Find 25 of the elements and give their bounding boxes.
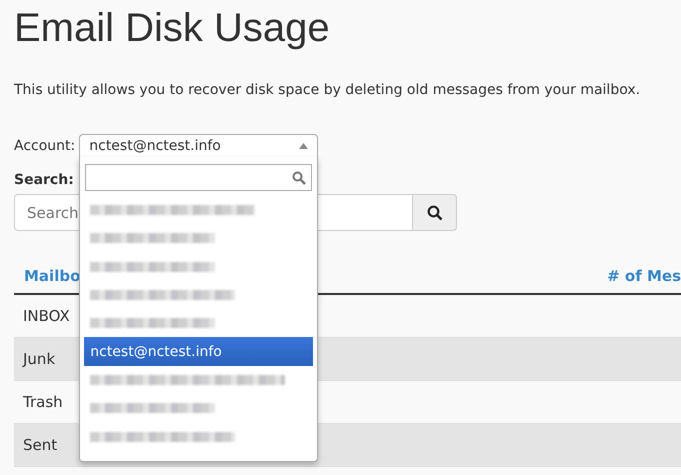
- blurred-option[interactable]: [90, 403, 216, 414]
- mailbox-cell: Junk: [23, 350, 56, 368]
- account-label: Account:: [14, 138, 76, 154]
- blurred-option[interactable]: [90, 374, 286, 385]
- mailbox-cell: INBOX: [23, 307, 70, 325]
- account-select[interactable]: nctest@nctest.info: [79, 134, 318, 158]
- search-icon: [426, 204, 442, 220]
- blurred-option[interactable]: [90, 432, 236, 442]
- dropdown-search-field[interactable]: [85, 164, 312, 191]
- description: This utility allows you to recover disk space by deleting old messages from your mailbox.: [14, 81, 640, 100]
- search-button[interactable]: [413, 194, 457, 231]
- blurred-option[interactable]: [90, 318, 216, 328]
- blurred-option[interactable]: [90, 262, 216, 272]
- mailbox-cell: Trash: [23, 393, 63, 411]
- caret-icon: [299, 143, 308, 149]
- blurred-option[interactable]: [90, 233, 216, 244]
- search-icon: [292, 170, 306, 184]
- column-header[interactable]: # of Mes: [607, 267, 681, 285]
- column-header[interactable]: Mailbo: [24, 267, 80, 285]
- blurred-option[interactable]: [90, 205, 256, 216]
- search-label: Search:: [14, 172, 74, 188]
- blurred-option[interactable]: [90, 290, 236, 300]
- page-title: Email Disk Usage: [14, 5, 330, 52]
- mailbox-cell: Sent: [23, 436, 58, 454]
- account-option[interactable]: nctest@nctest.info: [84, 337, 314, 366]
